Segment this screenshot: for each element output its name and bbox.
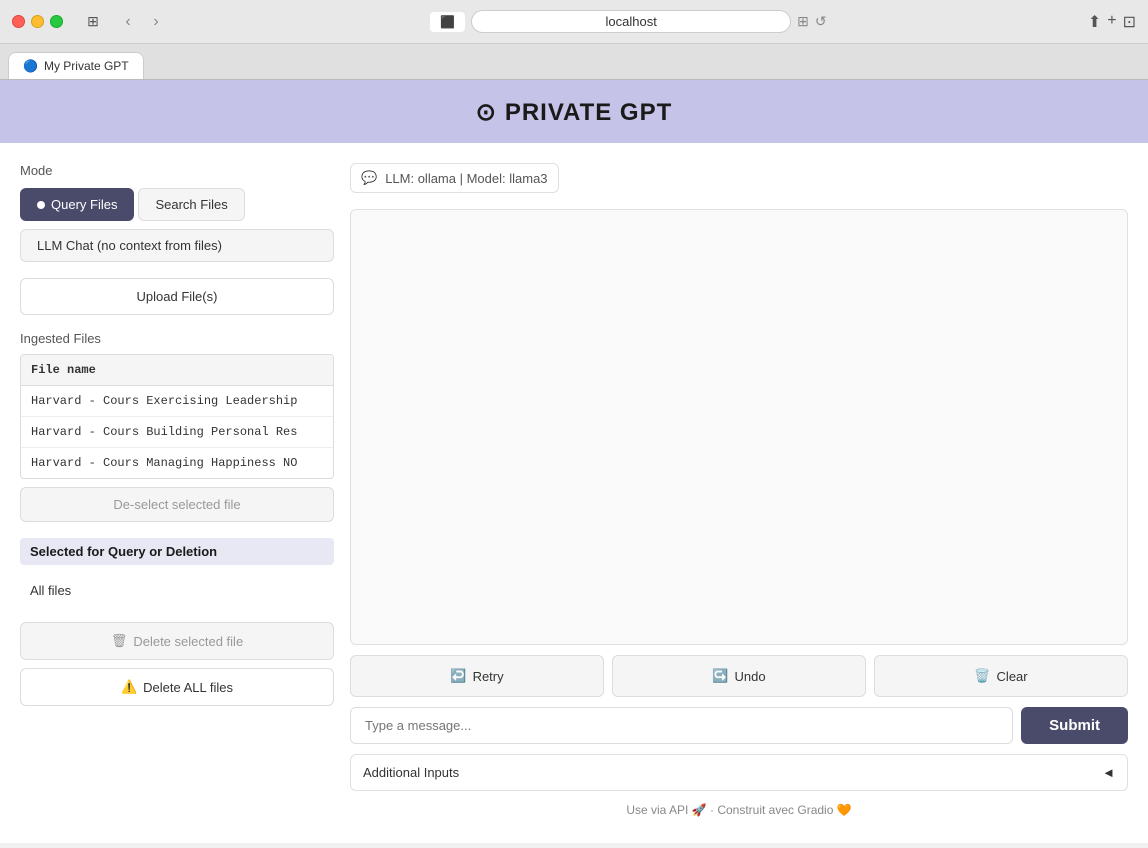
- upload-label: Upload File(s): [137, 289, 218, 304]
- back-button[interactable]: ‹: [115, 11, 141, 33]
- mode-label: Mode: [20, 163, 334, 178]
- input-area: Submit: [350, 707, 1128, 744]
- share-icon[interactable]: ⬆: [1088, 12, 1101, 32]
- action-buttons: ↩️ Retry ↪️ Undo 🗑️ Clear: [350, 655, 1128, 697]
- chat-area: [350, 209, 1128, 645]
- api-text: Use via API 🚀: [626, 803, 706, 817]
- file-table: File name Harvard - Cours Exercising Lea…: [20, 354, 334, 479]
- file-row[interactable]: Harvard - Cours Exercising Leadership: [21, 386, 333, 417]
- search-files-button[interactable]: Search Files: [138, 188, 244, 221]
- tab-bar: 🔵 My Private GPT: [0, 44, 1148, 80]
- forward-button[interactable]: ›: [143, 11, 169, 33]
- chevron-left-icon: ◄: [1102, 765, 1115, 780]
- deselect-button[interactable]: De-select selected file: [20, 487, 334, 522]
- refresh-icon[interactable]: ↺: [815, 13, 827, 30]
- delete-all-button[interactable]: ⚠️ Delete ALL files: [20, 668, 334, 706]
- undo-button[interactable]: ↪️ Undo: [612, 655, 866, 697]
- query-files-label: Query Files: [51, 197, 117, 212]
- tab-favicon: 🔵: [23, 59, 38, 73]
- selected-for-query-label: Selected for Query or Deletion: [20, 538, 334, 565]
- sidebar-toggle-button[interactable]: ⊞: [79, 11, 107, 33]
- additional-inputs-label: Additional Inputs: [363, 765, 459, 780]
- clear-button[interactable]: 🗑️ Clear: [874, 655, 1128, 697]
- retry-button[interactable]: ↩️ Retry: [350, 655, 604, 697]
- footer: Use via API 🚀 · Construit avec Gradio 🧡: [350, 791, 1128, 823]
- app-title-text: PRIVATE GPT: [505, 99, 672, 127]
- traffic-lights: [12, 15, 63, 28]
- submit-button[interactable]: Submit: [1021, 707, 1128, 744]
- undo-icon: ↪️: [712, 668, 728, 684]
- all-files-value: All files: [20, 575, 334, 606]
- additional-inputs-section[interactable]: Additional Inputs ◄: [350, 754, 1128, 791]
- close-button[interactable]: [12, 15, 25, 28]
- llm-info: 💬 LLM: ollama | Model: llama3: [350, 163, 559, 193]
- nav-buttons: ‹ ›: [115, 11, 169, 33]
- browser-actions: ⬆ + ⊡: [1088, 12, 1136, 32]
- file-row[interactable]: Harvard - Cours Managing Happiness NO: [21, 448, 333, 478]
- delete-selected-button[interactable]: 🗑 Delete selected file: [20, 622, 334, 660]
- llm-info-icon: 💬: [361, 170, 377, 186]
- maximize-button[interactable]: [50, 15, 63, 28]
- content-area: Mode Query Files Search Files LLM Chat (…: [0, 143, 1148, 843]
- right-panel: 💬 LLM: ollama | Model: llama3 ↩️ Retry ↪…: [350, 163, 1128, 823]
- file-row[interactable]: Harvard - Cours Building Personal Res: [21, 417, 333, 448]
- active-dot: [37, 201, 45, 209]
- retry-icon: ↩️: [450, 668, 466, 684]
- translate-icon: ⊞: [797, 13, 809, 30]
- browser-chrome: ⊞ ‹ › ⬛ localhost ⊞ ↺ ⬆ + ⊡: [0, 0, 1148, 44]
- submit-label: Submit: [1049, 717, 1100, 734]
- llm-chat-button[interactable]: LLM Chat (no context from files): [20, 229, 334, 262]
- tab-pill: ⬛: [430, 12, 465, 32]
- warning-icon: ⚠️: [121, 679, 137, 695]
- app-header: ⊙ PRIVATE GPT: [0, 80, 1148, 143]
- file-table-header: File name: [21, 355, 333, 386]
- github-icon: ⊙: [476, 98, 497, 127]
- address-bar[interactable]: localhost: [471, 10, 791, 33]
- mode-buttons: Query Files Search Files: [20, 188, 334, 221]
- message-input[interactable]: [350, 707, 1013, 744]
- minimize-button[interactable]: [31, 15, 44, 28]
- tab-area: ⬛ localhost ⊞ ↺: [177, 10, 1080, 33]
- app-title: ⊙ PRIVATE GPT: [0, 98, 1148, 127]
- clear-icon: 🗑️: [974, 668, 990, 684]
- upload-files-button[interactable]: Upload File(s): [20, 278, 334, 315]
- clear-label: Clear: [997, 669, 1028, 684]
- deselect-label: De-select selected file: [113, 497, 240, 512]
- new-tab-icon[interactable]: +: [1107, 12, 1116, 32]
- undo-label: Undo: [735, 669, 766, 684]
- query-files-button[interactable]: Query Files: [20, 188, 134, 221]
- delete-selected-label: Delete selected file: [133, 634, 243, 649]
- llm-chat-label: LLM Chat (no context from files): [37, 238, 222, 253]
- tab-icon: ⬛: [440, 15, 455, 29]
- retry-label: Retry: [473, 669, 504, 684]
- trash-icon: 🗑: [111, 633, 128, 649]
- left-panel: Mode Query Files Search Files LLM Chat (…: [20, 163, 350, 823]
- active-tab[interactable]: 🔵 My Private GPT: [8, 52, 144, 79]
- tab-title: My Private GPT: [44, 59, 129, 73]
- footer-separator: ·: [710, 803, 714, 817]
- tabs-overview-icon[interactable]: ⊡: [1123, 12, 1136, 32]
- ingested-files-label: Ingested Files: [20, 331, 334, 346]
- search-files-label: Search Files: [155, 197, 227, 212]
- llm-info-text: LLM: ollama | Model: llama3: [385, 171, 547, 186]
- app-container: ⊙ PRIVATE GPT Mode Query Files Search Fi…: [0, 80, 1148, 843]
- delete-all-label: Delete ALL files: [143, 680, 233, 695]
- built-text: Construit avec Gradio 🧡: [717, 803, 851, 817]
